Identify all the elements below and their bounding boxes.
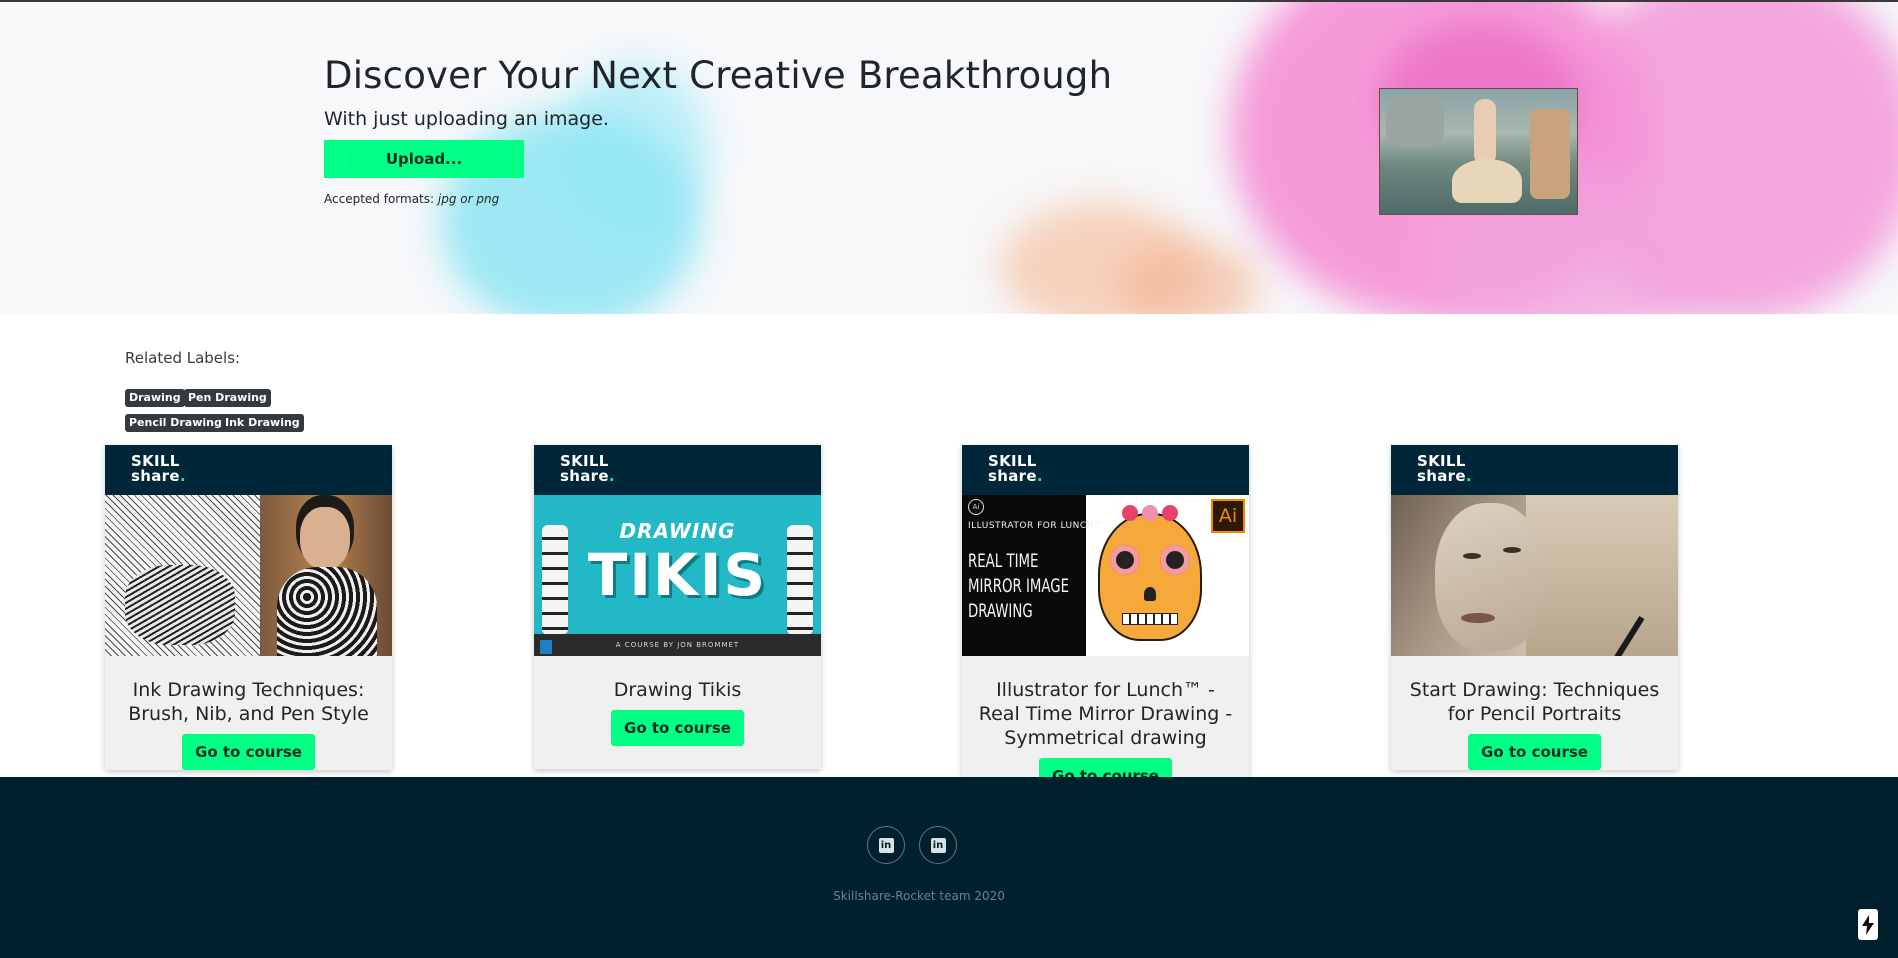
skillshare-logo: SKILL share. <box>1417 452 1472 485</box>
card-header: SKILL share. <box>962 445 1249 495</box>
linkedin-link[interactable]: in <box>867 826 905 864</box>
card-header: SKILL share. <box>534 445 821 495</box>
course-title: Illustrator for Lunch™ - Real Time Mirro… <box>978 679 1233 749</box>
label-badge[interactable]: Drawing <box>125 389 185 407</box>
course-card: SKILL share. Start Drawing: Techniques fo… <box>1391 445 1678 770</box>
go-to-course-button[interactable]: Go to course <box>611 710 744 746</box>
skillshare-logo: SKILL share. <box>131 452 186 485</box>
course-thumbnail[interactable] <box>105 495 392 656</box>
label-badge[interactable]: Pencil Drawing <box>125 414 226 432</box>
footer <box>0 777 1898 958</box>
course-title: Start Drawing: Techniques for Pencil Por… <box>1409 679 1660 725</box>
linkedin-link[interactable]: in <box>919 826 957 864</box>
copyright-text: Skillshare-Rocket team 2020 <box>833 889 1005 903</box>
illustrator-badge: Ai <box>1211 499 1245 533</box>
linkedin-icon: in <box>930 837 946 853</box>
skillshare-logo: SKILL share. <box>560 452 615 485</box>
hero-banner: Discover Your Next Creative Breakthrough… <box>0 2 1898 314</box>
card-header: SKILL share. <box>1391 445 1678 495</box>
course-card: SKILL share. Ai ILLUSTRATOR FOR LUNCH™ RE… <box>962 445 1249 794</box>
course-card: SKILL share. Ink Drawing Techniques: Brus… <box>105 445 392 770</box>
page-subtitle: With just uploading an image. <box>324 108 609 130</box>
course-card: SKILL share. DRAWING TIKIS A COURSE BY JO… <box>534 445 821 769</box>
photoshop-icon <box>540 640 552 654</box>
related-labels-heading: Related Labels: <box>125 349 241 367</box>
course-thumbnail[interactable]: Ai ILLUSTRATOR FOR LUNCH™ REAL TIME MIRR… <box>962 495 1249 656</box>
skillshare-logo: SKILL share. <box>988 452 1043 485</box>
label-badge[interactable]: Ink Drawing <box>221 414 304 432</box>
course-thumbnail[interactable]: DRAWING TIKIS A COURSE BY JON BROMMET <box>534 495 821 656</box>
go-to-course-button[interactable]: Go to course <box>182 734 315 770</box>
course-title: Ink Drawing Techniques: Brush, Nib, and … <box>128 679 369 725</box>
go-to-course-button[interactable]: Go to course <box>1468 734 1601 770</box>
course-thumbnail[interactable] <box>1391 495 1678 656</box>
upload-button[interactable]: Upload... <box>324 140 524 178</box>
illustrator-icon: Ai <box>968 499 984 515</box>
page-title: Discover Your Next Creative Breakthrough <box>324 54 1113 97</box>
formats-value: jpg or png <box>437 192 500 206</box>
course-title: Drawing Tikis <box>613 679 742 701</box>
formats-prefix: Accepted formats: <box>324 192 435 206</box>
uploaded-image-preview <box>1379 88 1578 215</box>
linkedin-icon: in <box>878 837 894 853</box>
card-header: SKILL share. <box>105 445 392 495</box>
label-badge[interactable]: Pen Drawing <box>184 389 271 407</box>
accepted-formats-note: Accepted formats: jpg or png <box>324 192 499 206</box>
lightning-icon[interactable] <box>1858 909 1878 940</box>
